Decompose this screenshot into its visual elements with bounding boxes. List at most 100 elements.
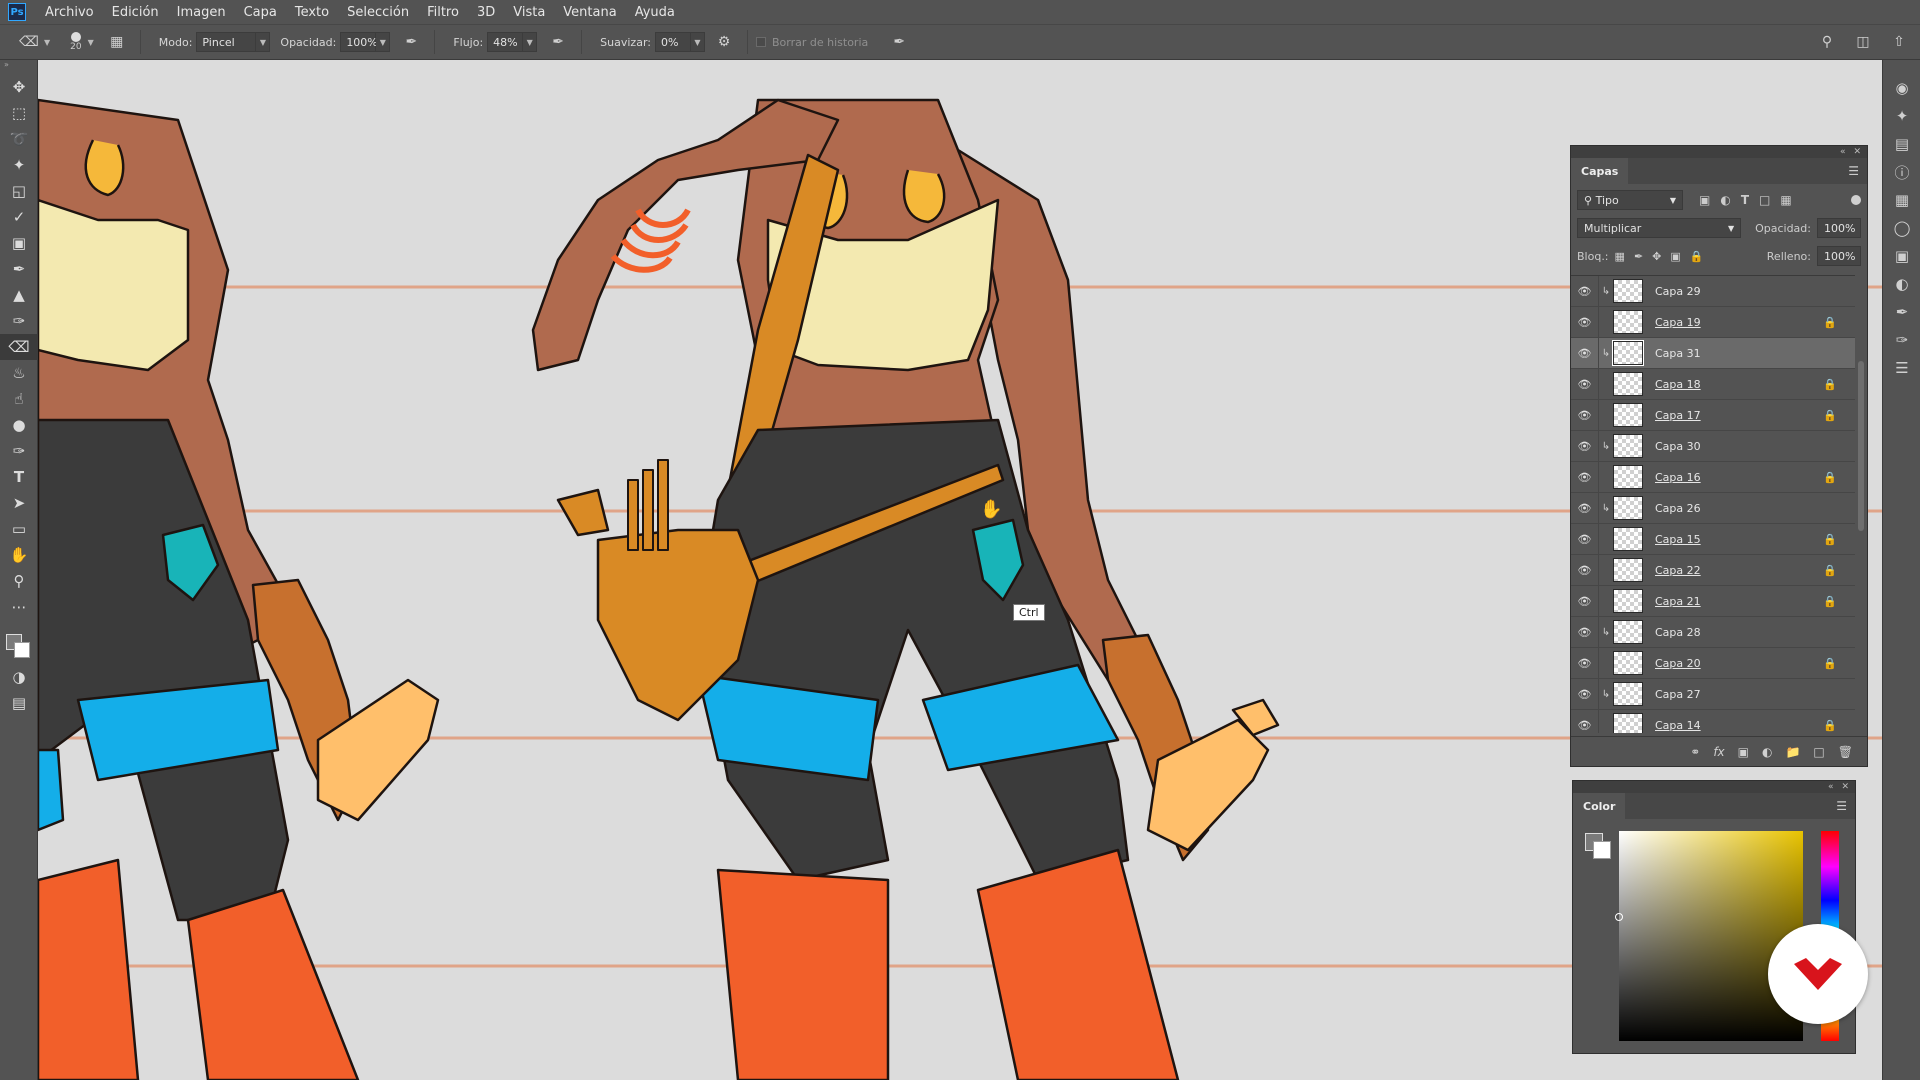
filter-toggle[interactable] [1851, 195, 1861, 205]
visibility-eye-icon[interactable]: 👁 [1571, 399, 1599, 431]
lock-transparency-icon[interactable]: ▦ [1615, 250, 1625, 263]
type-filter-icon[interactable]: T [1741, 193, 1749, 207]
layer-row[interactable]: 👁 Capa 20 🔒 [1571, 647, 1855, 679]
stamp-icon[interactable]: ▲ [0, 282, 38, 308]
menu-capa[interactable]: Capa [235, 5, 286, 20]
layer-thumbnail[interactable] [1613, 496, 1643, 520]
lock-all-icon[interactable]: 🔒 [1690, 250, 1704, 263]
workspace-icon[interactable]: ◫ [1852, 31, 1874, 53]
pressure-size-icon[interactable]: ✒ [888, 31, 910, 53]
background-color-swatch[interactable] [14, 642, 30, 658]
layer-row[interactable]: 👁 ↳ Capa 28 [1571, 616, 1855, 648]
collapse-toolbar-icon[interactable]: » [0, 60, 37, 74]
brushes-icon[interactable]: ✑ [1883, 326, 1920, 354]
layer-name[interactable]: Capa 18 [1655, 378, 1701, 391]
opacidad-field[interactable]: 100% [340, 32, 378, 52]
chevron-down-icon[interactable]: ▼ [376, 32, 391, 52]
layer-name[interactable]: Capa 14 [1655, 719, 1701, 732]
layer-thumbnail[interactable] [1613, 527, 1643, 551]
layer-thumbnail[interactable] [1613, 403, 1643, 427]
layer-thumbnail[interactable] [1613, 713, 1643, 733]
layer-thumbnail[interactable] [1613, 434, 1643, 458]
lock-pixels-icon[interactable]: ✒ [1634, 250, 1643, 263]
visibility-eye-icon[interactable]: 👁 [1571, 430, 1599, 462]
menu-ayuda[interactable]: Ayuda [626, 5, 684, 20]
shape-filter-icon[interactable]: □ [1759, 193, 1770, 207]
visibility-eye-icon[interactable]: 👁 [1571, 492, 1599, 524]
pen-icon[interactable]: ✑ [0, 438, 38, 464]
tab-capas[interactable]: Capas [1571, 158, 1629, 184]
dodge-icon[interactable]: ● [0, 412, 38, 438]
screen-mode-icon[interactable]: ▤ [0, 690, 38, 716]
lasso-icon[interactable]: ➰ [0, 126, 38, 152]
layer-thumbnail[interactable] [1613, 465, 1643, 489]
new-layer-icon[interactable]: □ [1813, 745, 1824, 759]
collapse-panel-icon[interactable]: « [1840, 147, 1846, 157]
layer-row[interactable]: 👁 Capa 22 🔒 [1571, 554, 1855, 586]
pixel-filter-icon[interactable]: ▣ [1699, 193, 1710, 207]
paths-icon[interactable]: ✦ [1883, 102, 1920, 130]
add-mask-icon[interactable]: ▣ [1738, 745, 1749, 759]
layer-row[interactable]: 👁 ↳ Capa 30 [1571, 430, 1855, 462]
eraser-tool-preset-icon[interactable]: ⌫ [18, 31, 40, 53]
frame-icon[interactable]: ▣ [0, 230, 38, 256]
chevron-down-icon[interactable]: ▼ [523, 32, 538, 52]
visibility-eye-icon[interactable]: 👁 [1571, 523, 1599, 555]
modo-select[interactable]: Pincel [196, 32, 257, 52]
new-adjustment-icon[interactable]: ◐ [1762, 745, 1772, 759]
layer-row[interactable]: 👁 ↳ Capa 26 [1571, 492, 1855, 524]
layer-row[interactable]: 👁 Capa 17 🔒 [1571, 399, 1855, 431]
visibility-eye-icon[interactable]: 👁 [1571, 647, 1599, 679]
layer-row[interactable]: 👁 Capa 16 🔒 [1571, 461, 1855, 493]
menu-seleccion[interactable]: Selección [338, 5, 418, 20]
tab-color[interactable]: Color [1573, 793, 1626, 819]
airbrush-icon[interactable]: ✒ [547, 31, 569, 53]
close-icon[interactable]: ✕ [1841, 782, 1849, 792]
visibility-eye-icon[interactable]: 👁 [1571, 678, 1599, 710]
layer-name[interactable]: Capa 21 [1655, 595, 1701, 608]
histogram-icon[interactable]: ▣ [1883, 242, 1920, 270]
layer-row[interactable]: 👁 Capa 18 🔒 [1571, 368, 1855, 400]
layer-thumbnail[interactable] [1613, 279, 1643, 303]
layer-row[interactable]: 👁 Capa 15 🔒 [1571, 523, 1855, 555]
magic-wand-icon[interactable]: ✦ [0, 152, 38, 178]
menu-texto[interactable]: Texto [286, 5, 338, 20]
visibility-eye-icon[interactable]: 👁 [1571, 306, 1599, 338]
menu-3d[interactable]: 3D [468, 5, 504, 20]
layer-name[interactable]: Capa 29 [1655, 285, 1701, 298]
layer-name[interactable]: Capa 22 [1655, 564, 1701, 577]
layer-name[interactable]: Capa 16 [1655, 471, 1701, 484]
scrollbar-thumb[interactable] [1858, 361, 1864, 531]
borrar-historia-checkbox[interactable] [755, 37, 766, 47]
libraries-icon[interactable]: ◉ [1883, 74, 1920, 102]
swatches-icon[interactable]: ▦ [1883, 186, 1920, 214]
suavizar-field[interactable]: 0% [654, 32, 691, 52]
layer-name[interactable]: Capa 28 [1655, 626, 1701, 639]
chevron-down-icon[interactable]: ▼ [256, 32, 271, 52]
layer-row[interactable]: 👁 Capa 14 🔒 [1571, 709, 1855, 733]
layer-row[interactable]: 👁 ↳ Capa 27 [1571, 678, 1855, 710]
panel-menu-icon[interactable]: ☰ [1836, 799, 1847, 813]
move-icon[interactable]: ✥ [0, 74, 38, 100]
layer-thumbnail[interactable] [1612, 340, 1644, 366]
filter-kind-select[interactable]: ⚲ Tipo ▼ [1577, 190, 1683, 210]
lock-position-icon[interactable]: ✥ [1652, 250, 1661, 263]
menu-vista[interactable]: Vista [504, 5, 554, 20]
chevron-down-icon[interactable]: ▼ [88, 38, 94, 47]
visibility-eye-icon[interactable]: 👁 [1571, 276, 1599, 307]
history-brush-icon[interactable]: ✑ [0, 308, 38, 334]
eraser-icon[interactable]: ⌫ [0, 334, 38, 360]
layer-style-icon[interactable]: fx [1713, 745, 1724, 759]
flujo-field[interactable]: 48% [487, 32, 524, 52]
layer-name[interactable]: Capa 15 [1655, 533, 1701, 546]
layer-name[interactable]: Capa 17 [1655, 409, 1701, 422]
properties-icon[interactable]: ▤ [1883, 130, 1920, 158]
fill-field[interactable]: 100% [1817, 246, 1861, 266]
panel-menu-icon[interactable]: ☰ [1848, 164, 1859, 178]
layer-thumbnail[interactable] [1613, 589, 1643, 613]
crop-icon[interactable]: ◱ [0, 178, 38, 204]
eyedropper-icon[interactable]: ✓ [0, 204, 38, 230]
layer-name[interactable]: Capa 31 [1655, 347, 1701, 360]
visibility-eye-icon[interactable]: 👁 [1571, 554, 1599, 586]
visibility-eye-icon[interactable]: 👁 [1571, 585, 1599, 617]
